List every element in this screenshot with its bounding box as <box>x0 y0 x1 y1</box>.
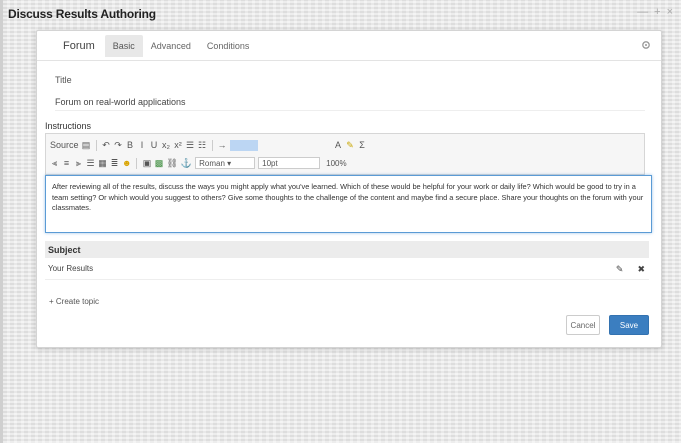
formula-icon[interactable]: Σ <box>358 139 367 151</box>
toolbar-divider <box>211 139 213 151</box>
window-controls: — + × <box>637 6 673 18</box>
topic-actions: ✎ ✖ <box>616 264 645 275</box>
paste-icon[interactable]: ▤ <box>82 139 91 151</box>
bg-color-icon[interactable]: ✎ <box>346 139 355 151</box>
highlight-swatch[interactable] <box>229 139 258 151</box>
numbered-list-icon[interactable]: ☰ <box>186 139 195 151</box>
save-button[interactable]: Save <box>609 315 649 335</box>
title-field[interactable]: Forum on real-world applications <box>55 93 645 111</box>
size-select[interactable]: 10pt <box>258 157 321 169</box>
delete-icon[interactable]: ✖ <box>637 264 645 275</box>
subject-header-label: Subject <box>48 244 81 255</box>
editor-toolbar: Source ▤ ↶ ↷ B I U x₂ x² ☰ ☷ → A ✎ Σ ⫷ ≡… <box>45 133 645 175</box>
italic-icon[interactable]: I <box>138 139 147 151</box>
tab-conditions[interactable]: Conditions <box>199 35 258 57</box>
link-icon[interactable]: ⛓ <box>166 157 177 169</box>
toolbar-divider <box>136 157 138 169</box>
align-left-icon[interactable]: ⫷ <box>50 157 59 169</box>
edit-icon[interactable]: ✎ <box>616 264 624 275</box>
undo-icon[interactable]: ↶ <box>102 139 111 151</box>
superscript-icon[interactable]: x² <box>174 139 183 151</box>
bold-icon[interactable]: B <box>126 139 135 151</box>
bulleted-list-icon[interactable]: ☷ <box>198 139 207 151</box>
title-label: Title <box>55 75 72 85</box>
indent-icon[interactable]: → <box>218 139 227 151</box>
underline-icon[interactable]: U <box>150 139 159 151</box>
cancel-button[interactable]: Cancel <box>566 315 600 335</box>
window-title: Discuss Results Authoring <box>8 7 156 21</box>
subscript-icon[interactable]: x₂ <box>162 139 171 151</box>
close-icon[interactable]: × <box>667 6 673 18</box>
zoom-select[interactable]: 100% <box>323 157 353 169</box>
align-right-icon[interactable]: ⫸ <box>74 157 83 169</box>
table-row[interactable]: Your Results ✎ ✖ <box>45 258 649 280</box>
source-button[interactable]: Source <box>50 139 79 151</box>
title-value: Forum on real-world applications <box>55 96 186 107</box>
media-icon[interactable]: ▣ <box>142 157 152 169</box>
maximize-icon[interactable]: + <box>654 6 660 18</box>
table-icon[interactable]: ▦ <box>98 157 107 169</box>
tab-basic[interactable]: Basic <box>104 34 143 57</box>
authoring-dialog: Forum Basic Advanced Conditions Title Fo… <box>36 30 662 348</box>
create-topic-link[interactable]: + Create topic <box>49 297 99 306</box>
tab-advanced[interactable]: Advanced <box>143 35 199 57</box>
font-select[interactable]: Roman ▾ <box>195 157 256 169</box>
topic-title: Your Results <box>48 264 94 273</box>
redo-icon[interactable]: ↷ <box>114 139 123 151</box>
instructions-editor[interactable]: After reviewing all of the results, disc… <box>45 175 652 233</box>
anchor-icon[interactable]: ⚓ <box>181 157 192 169</box>
gear-icon[interactable] <box>641 40 651 53</box>
hr-icon[interactable]: ≣ <box>110 157 119 169</box>
image-icon[interactable]: ▩ <box>154 157 164 169</box>
justify-icon[interactable]: ☰ <box>86 157 95 169</box>
align-center-icon[interactable]: ≡ <box>62 157 71 169</box>
tab-bar: Forum Basic Advanced Conditions <box>37 31 661 61</box>
toolbar-divider <box>95 139 97 151</box>
smiley-icon[interactable]: ☻ <box>122 157 131 169</box>
text-color-icon[interactable]: A <box>334 139 343 151</box>
toolbar-row-2: ⫷ ≡ ⫸ ☰ ▦ ≣ ☻ ▣ ▩ ⛓ ⚓ Roman ▾ 10pt 100% <box>50 154 640 172</box>
subject-header: Subject <box>45 241 649 258</box>
instructions-label: Instructions <box>45 121 92 131</box>
window-titlebar: Discuss Results Authoring — + × <box>0 0 681 28</box>
editor-content: After reviewing all of the results, disc… <box>52 182 644 212</box>
tab-forum[interactable]: Forum <box>55 35 105 57</box>
minimize-icon[interactable]: — <box>637 6 648 18</box>
toolbar-row-1: Source ▤ ↶ ↷ B I U x₂ x² ☰ ☷ → A ✎ Σ <box>50 136 640 154</box>
page-left-rule <box>0 0 3 443</box>
